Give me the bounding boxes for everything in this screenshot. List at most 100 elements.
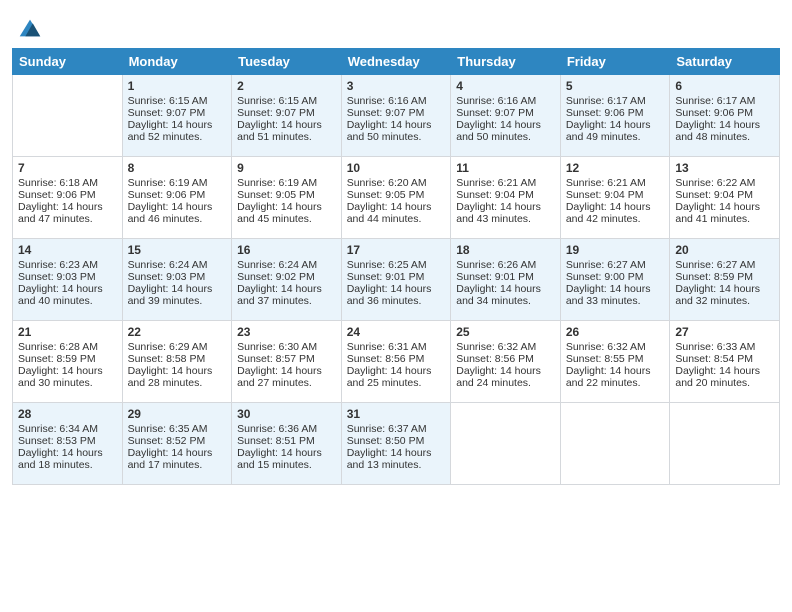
cell-info-line: and 25 minutes. [347,377,446,389]
calendar-cell: 19Sunrise: 6:27 AMSunset: 9:00 PMDayligh… [560,239,670,321]
calendar-cell: 1Sunrise: 6:15 AMSunset: 9:07 PMDaylight… [122,75,232,157]
cell-info-line: Sunset: 8:57 PM [237,353,336,365]
day-number: 27 [675,325,774,339]
calendar-table: SundayMondayTuesdayWednesdayThursdayFrid… [12,48,780,485]
day-number: 28 [18,407,117,421]
calendar-cell: 7Sunrise: 6:18 AMSunset: 9:06 PMDaylight… [13,157,123,239]
cell-info-line: Sunrise: 6:22 AM [675,177,774,189]
cell-info-line: Sunset: 9:06 PM [18,189,117,201]
calendar-cell: 5Sunrise: 6:17 AMSunset: 9:06 PMDaylight… [560,75,670,157]
calendar-cell [451,403,561,485]
cell-info-line: and 52 minutes. [128,131,227,143]
cell-info-line: Sunset: 9:04 PM [675,189,774,201]
cell-info-line: Sunrise: 6:28 AM [18,341,117,353]
cell-info-line: Sunrise: 6:16 AM [347,95,446,107]
cell-info-line: and 41 minutes. [675,213,774,225]
cell-info-line: Sunset: 9:00 PM [566,271,665,283]
day-number: 15 [128,243,227,257]
cell-info-line: Sunset: 9:01 PM [456,271,555,283]
week-row-2: 7Sunrise: 6:18 AMSunset: 9:06 PMDaylight… [13,157,780,239]
week-row-1: 1Sunrise: 6:15 AMSunset: 9:07 PMDaylight… [13,75,780,157]
day-number: 31 [347,407,446,421]
cell-info-line: and 39 minutes. [128,295,227,307]
cell-info-line: Sunrise: 6:15 AM [237,95,336,107]
cell-info-line: Daylight: 14 hours [456,119,555,131]
cell-info-line: Sunset: 8:51 PM [237,435,336,447]
calendar-cell [13,75,123,157]
logo-icon [16,14,44,42]
cell-info-line: and 46 minutes. [128,213,227,225]
cell-info-line: Sunrise: 6:17 AM [675,95,774,107]
calendar-cell: 26Sunrise: 6:32 AMSunset: 8:55 PMDayligh… [560,321,670,403]
calendar-cell: 24Sunrise: 6:31 AMSunset: 8:56 PMDayligh… [341,321,451,403]
calendar-cell: 21Sunrise: 6:28 AMSunset: 8:59 PMDayligh… [13,321,123,403]
calendar-cell [670,403,780,485]
calendar-cell: 14Sunrise: 6:23 AMSunset: 9:03 PMDayligh… [13,239,123,321]
cell-info-line: Sunset: 9:06 PM [128,189,227,201]
cell-info-line: Sunrise: 6:30 AM [237,341,336,353]
calendar-cell: 4Sunrise: 6:16 AMSunset: 9:07 PMDaylight… [451,75,561,157]
cell-info-line: and 24 minutes. [456,377,555,389]
cell-info-line: Sunset: 9:03 PM [18,271,117,283]
calendar-cell: 10Sunrise: 6:20 AMSunset: 9:05 PMDayligh… [341,157,451,239]
cell-info-line: Sunset: 9:05 PM [237,189,336,201]
cell-info-line: and 43 minutes. [456,213,555,225]
cell-info-line: Daylight: 14 hours [456,201,555,213]
cell-info-line: Daylight: 14 hours [347,447,446,459]
cell-info-line: Sunrise: 6:21 AM [456,177,555,189]
header-row: SundayMondayTuesdayWednesdayThursdayFrid… [13,49,780,75]
day-number: 23 [237,325,336,339]
cell-info-line: Sunset: 8:55 PM [566,353,665,365]
cell-info-line: and 50 minutes. [456,131,555,143]
column-header-sunday: Sunday [13,49,123,75]
cell-info-line: and 42 minutes. [566,213,665,225]
calendar-cell: 29Sunrise: 6:35 AMSunset: 8:52 PMDayligh… [122,403,232,485]
calendar-cell: 18Sunrise: 6:26 AMSunset: 9:01 PMDayligh… [451,239,561,321]
cell-info-line: Sunrise: 6:36 AM [237,423,336,435]
cell-info-line: Sunrise: 6:33 AM [675,341,774,353]
cell-info-line: Sunrise: 6:19 AM [128,177,227,189]
cell-info-line: and 47 minutes. [18,213,117,225]
cell-info-line: and 34 minutes. [456,295,555,307]
day-number: 30 [237,407,336,421]
cell-info-line: Sunset: 8:54 PM [675,353,774,365]
day-number: 1 [128,79,227,93]
calendar-cell: 11Sunrise: 6:21 AMSunset: 9:04 PMDayligh… [451,157,561,239]
cell-info-line: Sunset: 9:05 PM [347,189,446,201]
cell-info-line: Sunset: 9:04 PM [566,189,665,201]
cell-info-line: Daylight: 14 hours [566,119,665,131]
cell-info-line: Daylight: 14 hours [675,365,774,377]
cell-info-line: Sunset: 9:06 PM [675,107,774,119]
cell-info-line: Sunset: 9:07 PM [128,107,227,119]
cell-info-line: Daylight: 14 hours [18,201,117,213]
cell-info-line: Sunrise: 6:16 AM [456,95,555,107]
cell-info-line: and 17 minutes. [128,459,227,471]
cell-info-line: Daylight: 14 hours [128,119,227,131]
cell-info-line: Sunset: 8:56 PM [456,353,555,365]
cell-info-line: Sunrise: 6:32 AM [566,341,665,353]
cell-info-line: Daylight: 14 hours [237,119,336,131]
day-number: 8 [128,161,227,175]
cell-info-line: and 13 minutes. [347,459,446,471]
cell-info-line: Sunset: 8:50 PM [347,435,446,447]
cell-info-line: Daylight: 14 hours [128,447,227,459]
calendar-cell: 28Sunrise: 6:34 AMSunset: 8:53 PMDayligh… [13,403,123,485]
day-number: 26 [566,325,665,339]
cell-info-line: and 27 minutes. [237,377,336,389]
cell-info-line: and 22 minutes. [566,377,665,389]
calendar-cell: 6Sunrise: 6:17 AMSunset: 9:06 PMDaylight… [670,75,780,157]
cell-info-line: Sunrise: 6:17 AM [566,95,665,107]
column-header-tuesday: Tuesday [232,49,342,75]
cell-info-line: Daylight: 14 hours [128,283,227,295]
cell-info-line: Daylight: 14 hours [128,201,227,213]
cell-info-line: and 40 minutes. [18,295,117,307]
cell-info-line: Sunrise: 6:25 AM [347,259,446,271]
cell-info-line: and 30 minutes. [18,377,117,389]
day-number: 29 [128,407,227,421]
column-header-saturday: Saturday [670,49,780,75]
day-number: 24 [347,325,446,339]
cell-info-line: Daylight: 14 hours [128,365,227,377]
cell-info-line: Daylight: 14 hours [18,447,117,459]
page-container: SundayMondayTuesdayWednesdayThursdayFrid… [0,0,792,495]
column-header-wednesday: Wednesday [341,49,451,75]
